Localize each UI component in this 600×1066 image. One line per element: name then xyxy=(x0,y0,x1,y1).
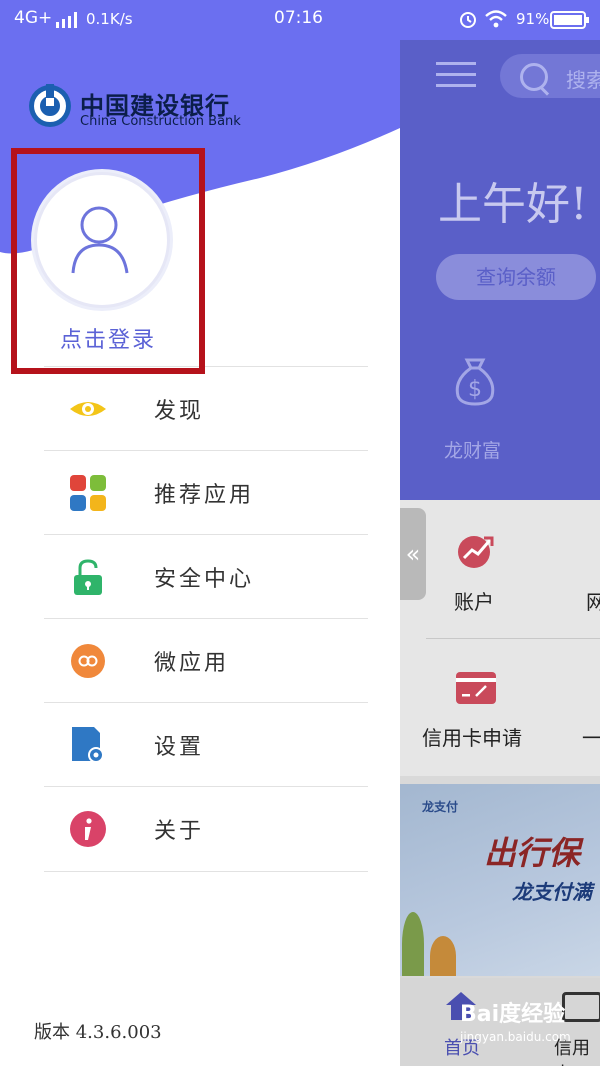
lock-icon xyxy=(74,559,102,595)
menu-item-discover[interactable]: 发现 xyxy=(44,366,368,451)
account-chart-icon[interactable] xyxy=(456,530,496,570)
signal-icon xyxy=(56,12,80,33)
info-icon xyxy=(70,811,106,847)
menu-item-about[interactable]: 关于 xyxy=(44,786,368,872)
network-type: 4G+ xyxy=(14,8,53,28)
battery-icon xyxy=(550,11,590,34)
network-speed: 0.1K/s xyxy=(86,10,133,28)
wifi-icon xyxy=(484,9,508,34)
watermark-url: jingyan.baidu.com xyxy=(460,1030,571,1044)
credit-card-apply-icon[interactable] xyxy=(456,672,496,704)
status-bar: 4G+ 0.1K/s 07:16 91% xyxy=(0,0,600,40)
ccb-logo-icon xyxy=(29,84,71,127)
leaf-decoration xyxy=(402,912,424,976)
menu-item-recommended-apps[interactable]: 推荐应用 xyxy=(44,450,368,535)
clock: 07:16 xyxy=(274,8,323,28)
online-label[interactable]: 网 xyxy=(586,586,600,615)
search-placeholder: 搜索 xyxy=(566,68,600,92)
svg-text:$: $ xyxy=(468,377,482,402)
alarm-icon xyxy=(458,9,478,34)
leaf-decoration xyxy=(430,936,456,976)
collapse-drawer-handle[interactable]: « xyxy=(400,508,426,600)
menu-icon[interactable] xyxy=(436,62,476,88)
bank-logo: 中国建设银行 China Construction Bank xyxy=(28,84,268,134)
search-icon xyxy=(520,63,548,91)
money-bag-icon[interactable]: $ xyxy=(452,354,498,406)
home-page-behind: 搜索 上午好! 查询余额 $ 龙财富 账户 网 信用卡申请 一 龙支付 出行保 xyxy=(400,40,600,1066)
next-item-label[interactable]: 一 xyxy=(582,722,600,751)
menu-label: 关于 xyxy=(154,819,205,844)
highlight-box xyxy=(11,148,205,374)
version-text: 版本 4.3.6.003 xyxy=(34,1022,162,1043)
promo-banner[interactable]: 龙支付 出行保 龙支付满 xyxy=(400,784,600,976)
home-header: 搜索 上午好! 查询余额 $ 龙财富 xyxy=(400,40,600,500)
eye-icon xyxy=(70,402,106,416)
menu-label: 安全中心 xyxy=(154,567,255,592)
bank-name-en: China Construction Bank xyxy=(80,114,241,129)
settings-icon xyxy=(72,727,104,763)
account-label[interactable]: 账户 xyxy=(454,586,494,615)
watermark: Bai度经验 jingyan.baidu.com xyxy=(460,996,571,1044)
banner-logo: 龙支付 xyxy=(422,800,459,814)
menu-label: 发现 xyxy=(154,399,205,424)
link-icon xyxy=(71,644,105,678)
apps-grid-icon xyxy=(70,475,106,511)
divider xyxy=(426,638,600,639)
query-balance-button[interactable]: 查询余额 xyxy=(436,254,596,300)
menu-label: 设置 xyxy=(154,735,205,760)
greeting: 上午好! xyxy=(438,179,588,230)
longcaifu-label[interactable]: 龙财富 xyxy=(444,436,501,463)
credit-card-apply-label[interactable]: 信用卡申请 xyxy=(422,722,522,751)
battery-percent: 91% xyxy=(516,10,550,28)
menu-item-micro-apps[interactable]: 微应用 xyxy=(44,618,368,703)
menu-label: 微应用 xyxy=(154,651,230,676)
menu-item-settings[interactable]: 设置 xyxy=(44,702,368,787)
banner-subtitle: 龙支付满 xyxy=(512,880,592,904)
search-bar[interactable]: 搜索 xyxy=(500,54,600,98)
banner-title: 出行保 xyxy=(484,834,581,872)
menu-label: 推荐应用 xyxy=(154,483,255,508)
menu-item-security-center[interactable]: 安全中心 xyxy=(44,534,368,619)
watermark-brand: Bai度经验 xyxy=(460,1002,566,1027)
shortcut-grid: 账户 网 信用卡申请 一 xyxy=(400,500,600,776)
